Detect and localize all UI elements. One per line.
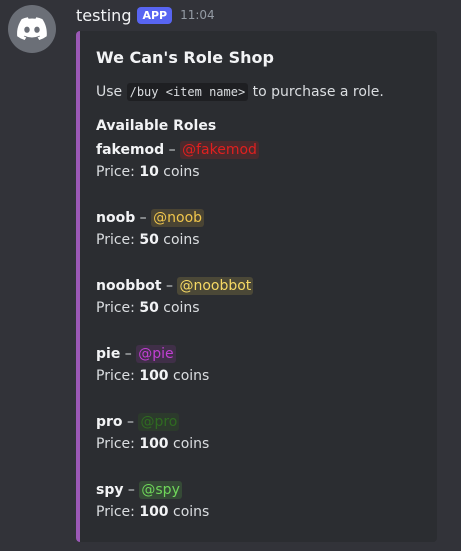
role-mention[interactable]: @noobbot [177,277,254,295]
price-value: 100 [139,368,169,384]
role-mention[interactable]: @spy [139,481,182,499]
role-item-pro: pro – @pro Price: 100 coins [96,412,209,454]
app-badge: APP [137,6,173,24]
price-label: Price: [96,300,140,316]
command-code: /buy <item name> [126,83,249,101]
role-separator: – [161,278,178,294]
description-suffix: to purchase a role. [252,84,384,100]
role-mention[interactable]: @pro [138,413,180,431]
role-name: pie [96,346,121,362]
message-header: testing APP 11:04 [76,4,215,26]
coins-label: coins [168,436,210,452]
discord-logo-icon [17,17,47,40]
coins-label: coins [168,504,210,520]
price-value: 10 [139,164,159,180]
price-label: Price: [96,504,140,520]
price-label: Price: [96,368,140,384]
coins-label: coins [158,164,200,180]
role-item-fakemod: fakemod – @fakemod Price: 10 coins [96,140,259,182]
coins-label: coins [158,300,200,316]
role-separator: – [120,346,137,362]
price-value: 100 [139,504,169,520]
role-item-pie: pie – @pie Price: 100 coins [96,344,209,386]
embed-description: Use /buy <item name> to purchase a role. [96,83,384,101]
role-name: pro [96,414,123,430]
price-label: Price: [96,232,140,248]
role-mention[interactable]: @fakemod [180,141,259,159]
role-name: noob [96,210,136,226]
coins-label: coins [168,368,210,384]
embed-title: We Can's Role Shop [96,48,274,67]
coins-label: coins [158,232,200,248]
role-separator: – [164,142,181,158]
role-name: fakemod [96,142,165,158]
role-separator: – [123,482,140,498]
timestamp[interactable]: 11:04 [180,8,215,22]
field-name: Available Roles [96,118,217,134]
price-label: Price: [96,164,140,180]
role-item-noob: noob – @noob Price: 50 coins [96,208,205,250]
price-label: Price: [96,436,140,452]
role-item-noobbot: noobbot – @noobbot Price: 50 coins [96,276,254,318]
role-price: Price: 100 coins [96,502,209,522]
description-prefix: Use [96,84,123,100]
price-value: 50 [139,232,159,248]
embed: We Can's Role Shop Use /buy <item name> … [76,31,437,542]
price-value: 100 [139,436,169,452]
price-value: 50 [139,300,159,316]
role-item-spy: spy – @spy Price: 100 coins [96,480,209,522]
username[interactable]: testing [76,6,131,25]
role-price: Price: 50 coins [96,230,204,250]
role-mention[interactable]: @pie [136,345,176,363]
role-price: Price: 50 coins [96,298,253,318]
role-name: spy [96,482,124,498]
role-price: Price: 10 coins [96,162,259,182]
role-separator: – [135,210,152,226]
role-price: Price: 100 coins [96,434,209,454]
avatar[interactable] [8,5,56,53]
role-separator: – [122,414,139,430]
role-price: Price: 100 coins [96,366,209,386]
role-mention[interactable]: @noob [151,209,205,227]
role-name: noobbot [96,278,162,294]
